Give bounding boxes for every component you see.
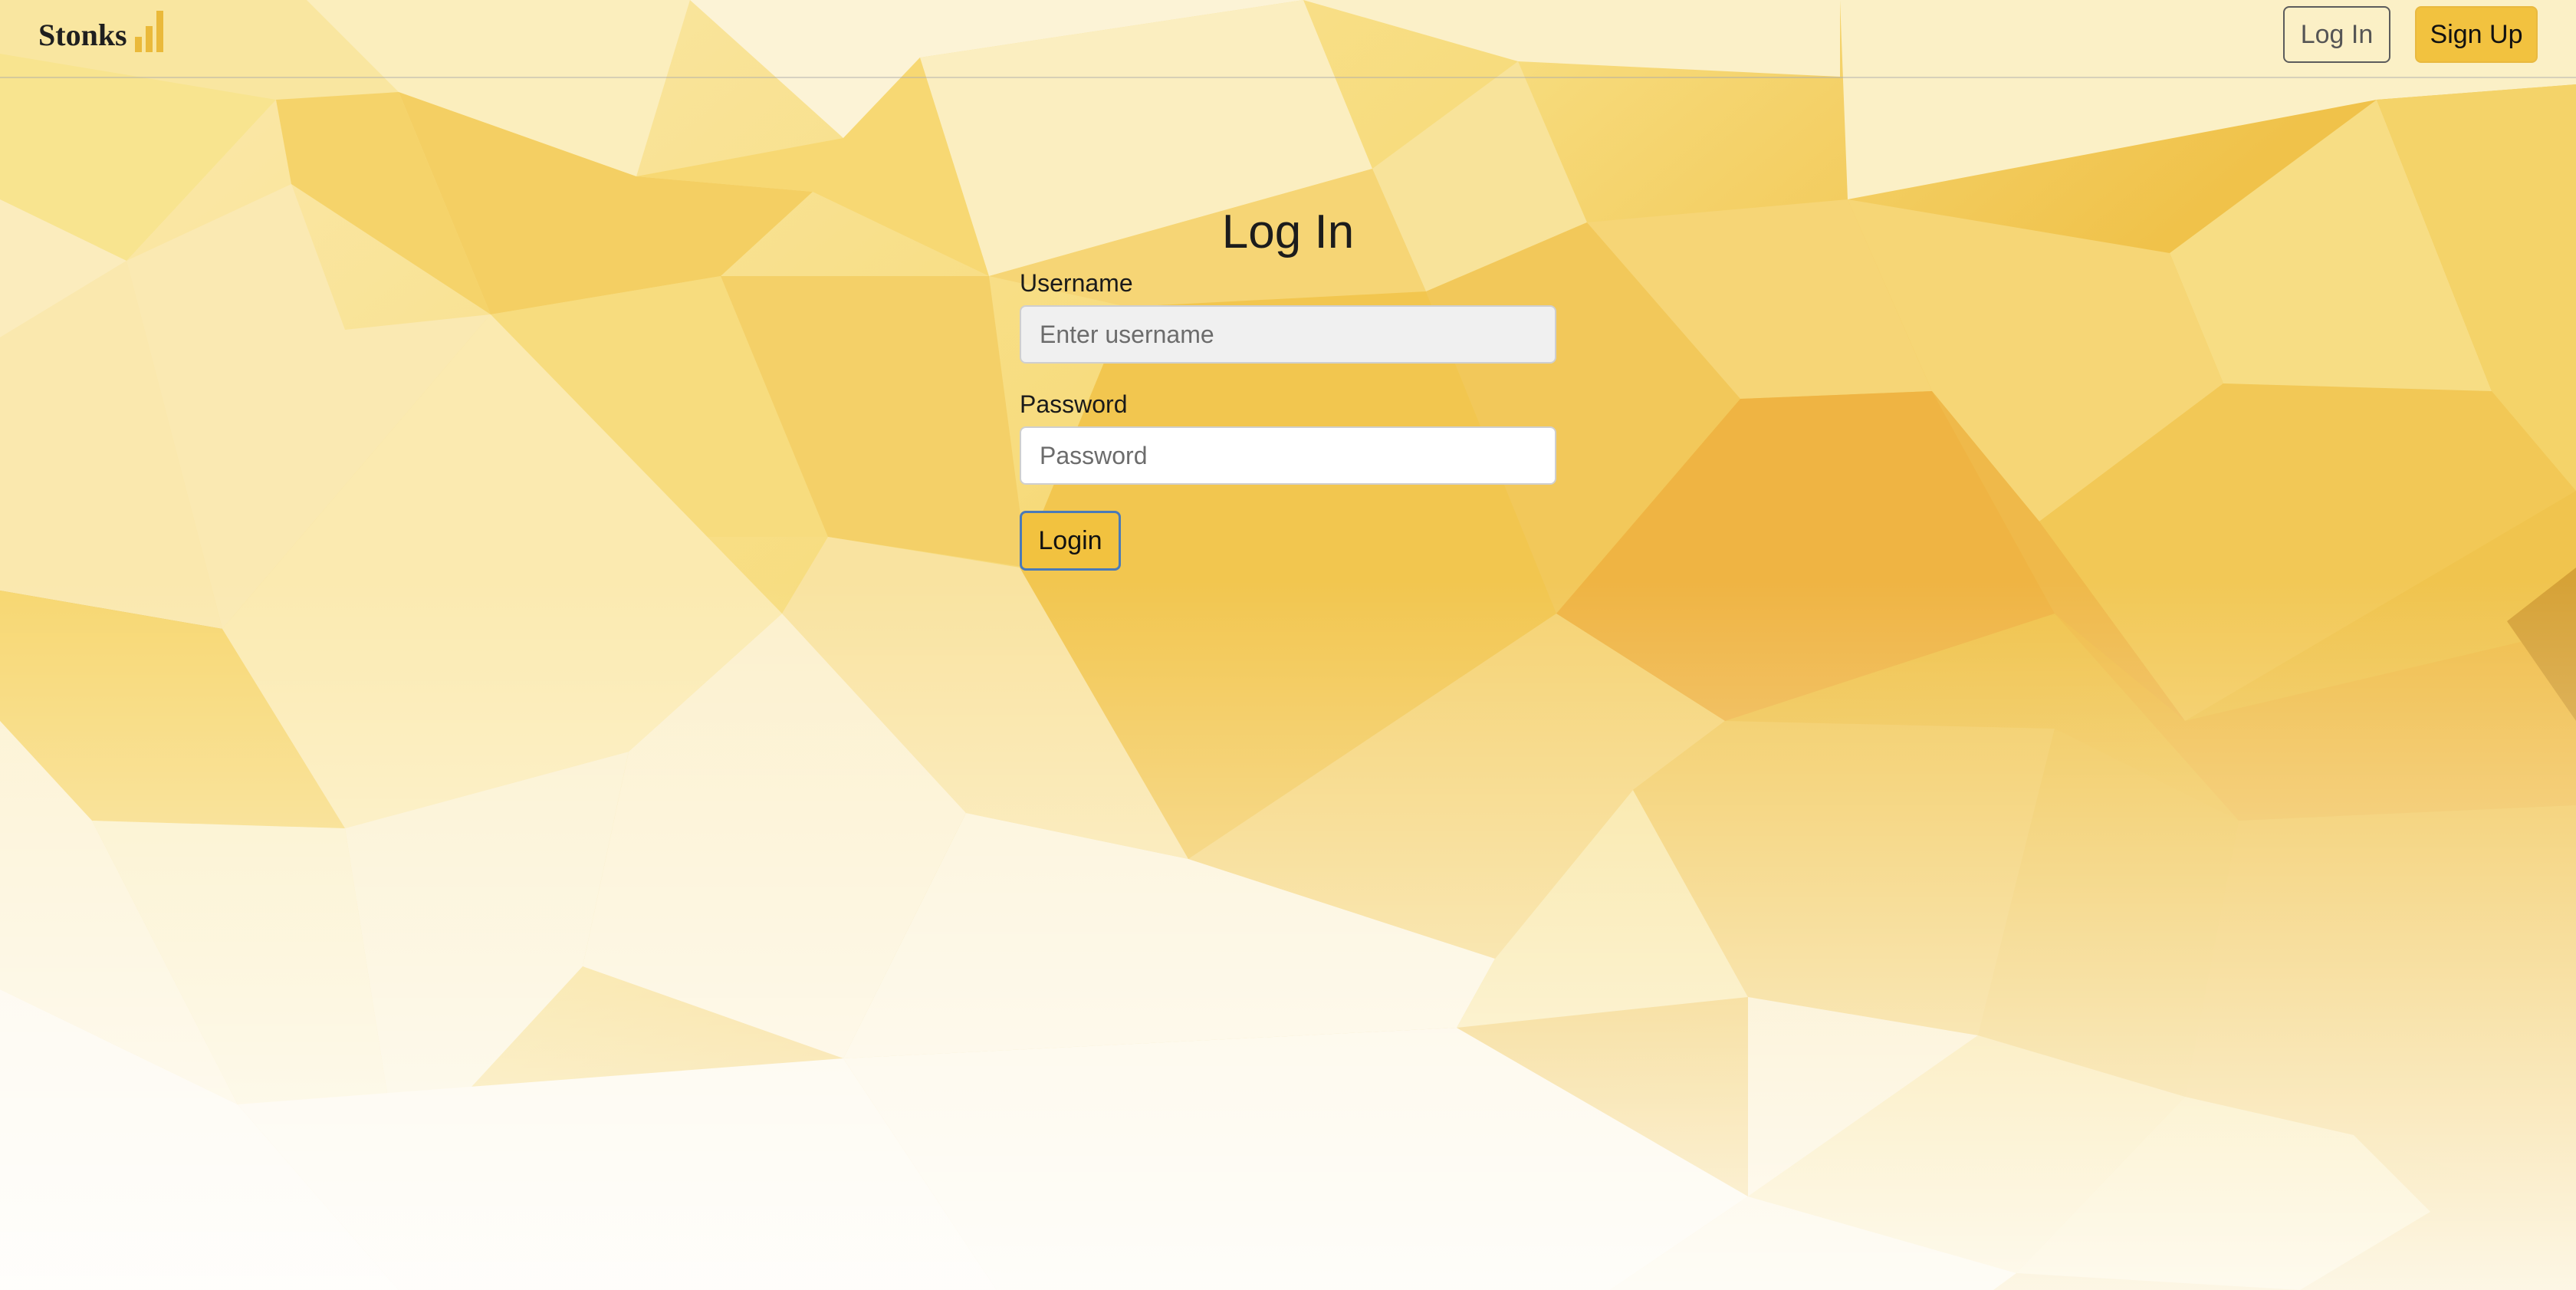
bar-chart-icon (134, 11, 164, 52)
nav-signup-button[interactable]: Sign Up (2415, 6, 2538, 63)
page-title: Log In (1221, 206, 1355, 258)
password-label: Password (1020, 390, 1128, 418)
username-label: Username (1020, 269, 1133, 297)
brand-name: Stonks (38, 18, 127, 52)
background-pattern (0, 0, 2576, 1290)
nav-login-button[interactable]: Log In (2283, 6, 2390, 63)
username-input[interactable] (1020, 305, 1556, 364)
login-form: Log In Username Password Login (1020, 198, 1556, 571)
password-input[interactable] (1020, 426, 1556, 485)
brand-logo[interactable]: Stonks (38, 11, 164, 52)
top-navbar: Stonks Log In Sign Up (0, 0, 2576, 78)
login-submit-button[interactable]: Login (1020, 511, 1121, 571)
